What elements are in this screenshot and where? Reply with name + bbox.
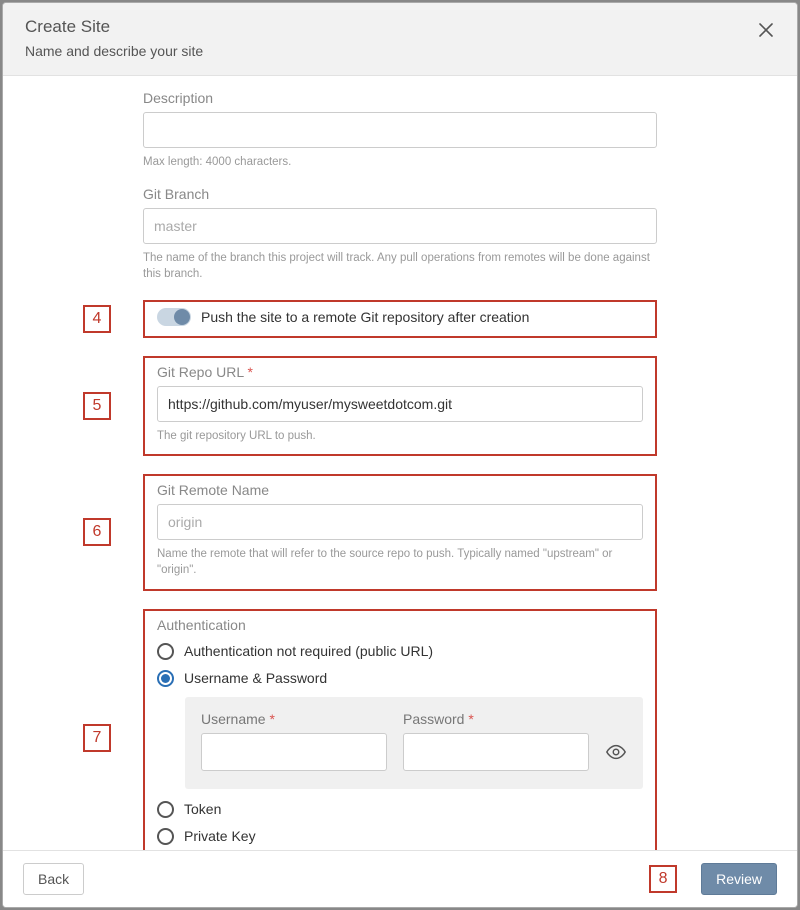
git-remote-name-help: Name the remote that will refer to the s… [157, 546, 643, 578]
git-remote-name-anno: Git Remote Name Name the remote that wil… [143, 474, 657, 590]
radio-icon [157, 828, 174, 845]
password-label: Password * [403, 711, 589, 727]
username-col: Username * [201, 711, 387, 771]
radio-icon [157, 670, 174, 687]
callout-5: 5 [83, 392, 111, 420]
push-toggle-label: Push the site to a remote Git repository… [201, 309, 529, 325]
username-label-text: Username [201, 711, 266, 727]
git-branch-section: Git Branch The name of the branch this p… [143, 186, 657, 282]
description-help: Max length: 4000 characters. [143, 154, 657, 170]
radio-icon [157, 643, 174, 660]
git-remote-name-row: 6 Git Remote Name Name the remote that w… [143, 474, 657, 590]
git-repo-url-label: Git Repo URL * [157, 364, 643, 380]
description-section: Description Max length: 4000 characters. [143, 90, 657, 170]
push-toggle-container: Push the site to a remote Git repository… [157, 308, 643, 326]
auth-option-token-label: Token [184, 801, 221, 817]
push-toggle-row: 4 Push the site to a remote Git reposito… [143, 300, 657, 338]
auth-label: Authentication [157, 617, 643, 633]
required-asterisk: * [244, 364, 253, 380]
password-input[interactable] [403, 733, 589, 771]
git-repo-url-anno: Git Repo URL * The git repository URL to… [143, 356, 657, 456]
git-branch-help: The name of the branch this project will… [143, 250, 657, 282]
password-label-text: Password [403, 711, 464, 727]
eye-icon[interactable] [605, 741, 627, 763]
git-repo-url-help: The git repository URL to push. [157, 428, 643, 444]
auth-option-privatekey[interactable]: Private Key [157, 828, 643, 845]
git-repo-url-label-text: Git Repo URL [157, 364, 244, 380]
auth-row: 7 Authentication Authentication not requ… [143, 609, 657, 850]
auth-anno: Authentication Authentication not requir… [143, 609, 657, 850]
modal-subtitle: Name and describe your site [25, 43, 775, 59]
auth-option-privatekey-label: Private Key [184, 828, 256, 844]
push-toggle-anno: Push the site to a remote Git repository… [143, 300, 657, 338]
modal-header: Create Site Name and describe your site [3, 3, 797, 76]
footer-right: 8 Review [649, 863, 777, 895]
git-repo-url-input[interactable] [157, 386, 643, 422]
radio-icon [157, 801, 174, 818]
git-branch-input[interactable] [143, 208, 657, 244]
git-remote-name-label: Git Remote Name [157, 482, 643, 498]
close-icon[interactable] [757, 21, 775, 39]
back-button[interactable]: Back [23, 863, 84, 895]
auth-option-userpass-label: Username & Password [184, 670, 327, 686]
username-input[interactable] [201, 733, 387, 771]
toggle-knob [174, 309, 190, 325]
git-branch-label: Git Branch [143, 186, 657, 202]
callout-6: 6 [83, 518, 111, 546]
username-label: Username * [201, 711, 387, 727]
callout-4: 4 [83, 305, 111, 333]
description-label: Description [143, 90, 657, 106]
callout-8: 8 [649, 865, 677, 893]
credentials-panel: Username * Password * [185, 697, 643, 789]
auth-option-none[interactable]: Authentication not required (public URL) [157, 643, 643, 660]
form-area: Description Max length: 4000 characters.… [143, 90, 657, 850]
auth-radio-group: Authentication not required (public URL)… [157, 643, 643, 845]
required-asterisk: * [266, 711, 275, 727]
auth-option-token[interactable]: Token [157, 801, 643, 818]
auth-option-userpass[interactable]: Username & Password [157, 670, 643, 687]
description-input[interactable] [143, 112, 657, 148]
create-site-modal: Create Site Name and describe your site … [2, 2, 798, 908]
required-asterisk: * [464, 711, 473, 727]
auth-option-none-label: Authentication not required (public URL) [184, 643, 433, 659]
review-button[interactable]: Review [701, 863, 777, 895]
git-repo-url-row: 5 Git Repo URL * The git repository URL … [143, 356, 657, 456]
modal-footer: Back 8 Review [3, 850, 797, 907]
callout-7: 7 [83, 724, 111, 752]
modal-body: Description Max length: 4000 characters.… [3, 76, 797, 850]
git-remote-name-input[interactable] [157, 504, 643, 540]
push-toggle[interactable] [157, 308, 191, 326]
password-col: Password * [403, 711, 589, 771]
modal-title: Create Site [25, 17, 775, 37]
